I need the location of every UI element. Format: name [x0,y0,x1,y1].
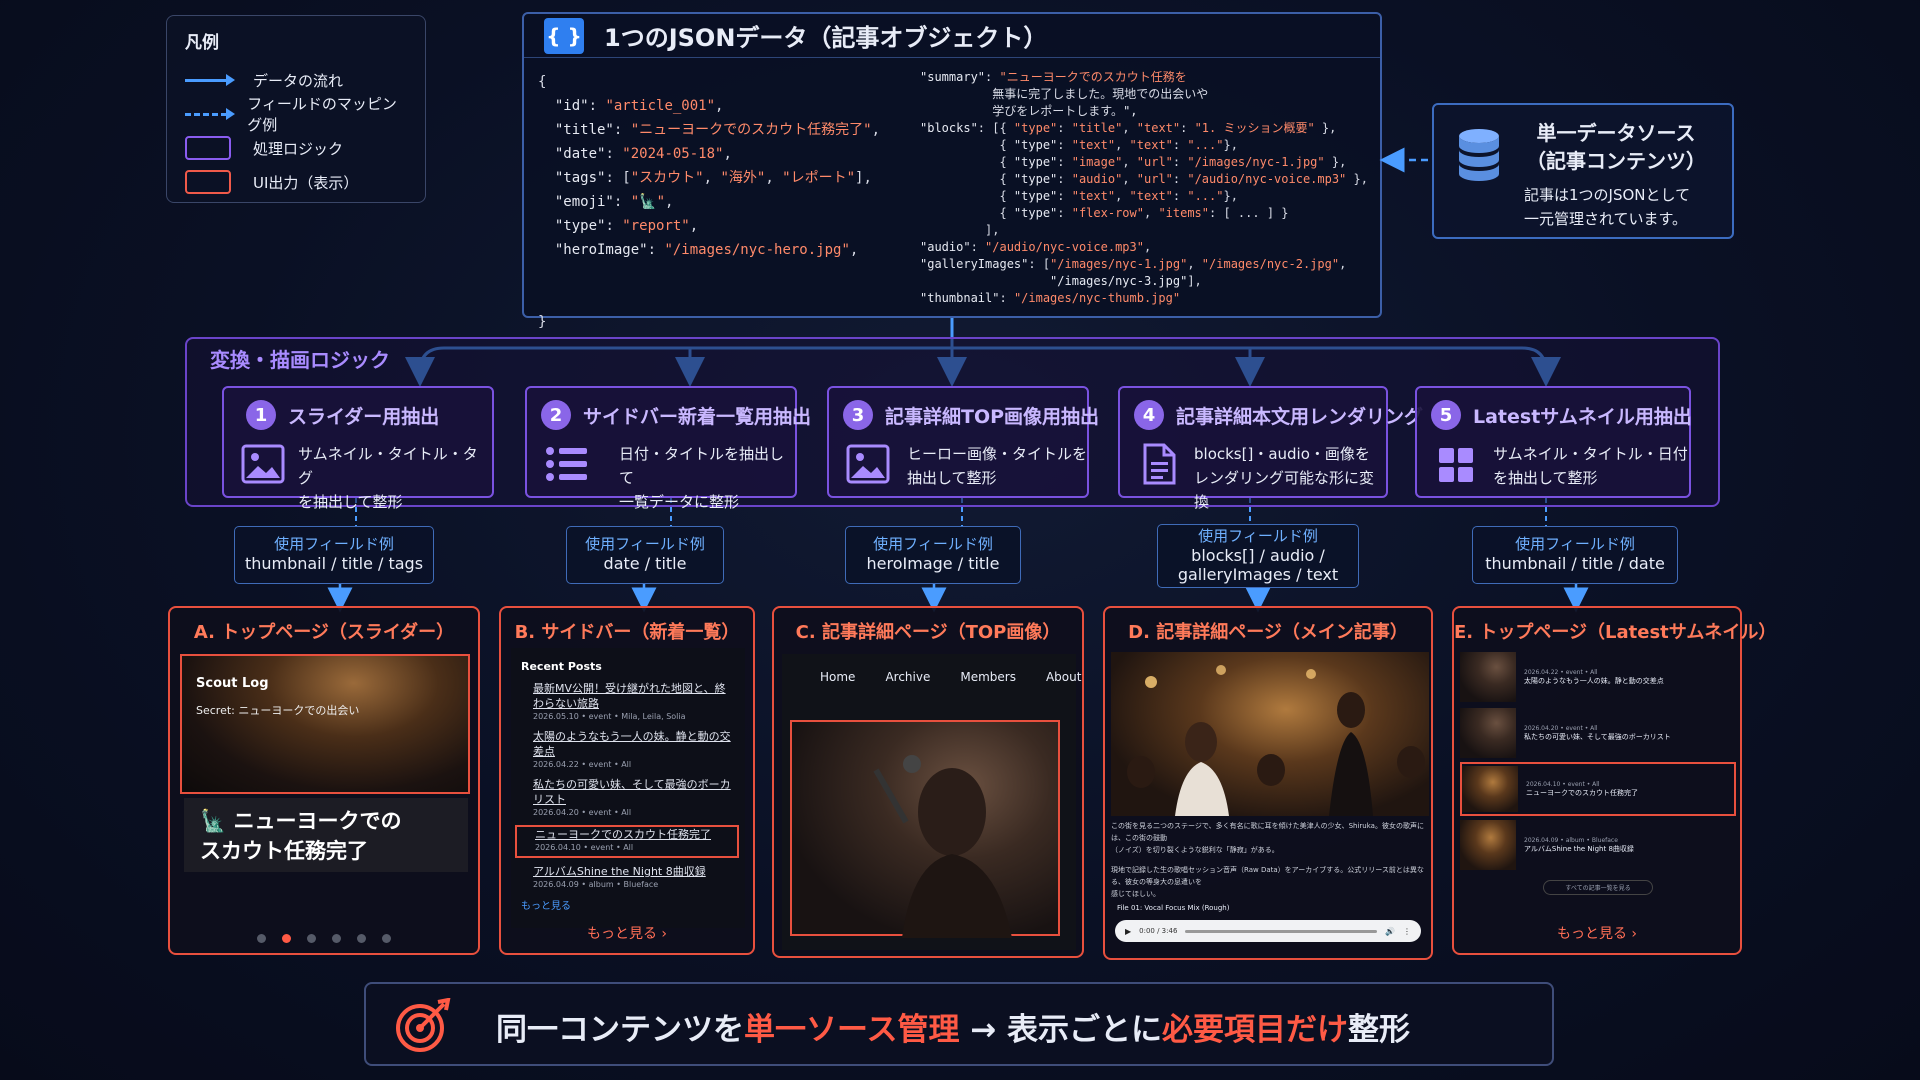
step-title: サイドバー新着一覧用抽出 [583,405,812,428]
grid-icon [1439,448,1473,482]
latest-thumbnail [1460,820,1516,870]
image-icon [846,444,890,484]
inner-more-link[interactable]: もっと見る [521,897,735,912]
slider-dots[interactable] [170,928,478,947]
more-link[interactable]: もっと見る › [1454,923,1740,943]
card-a-slider: A. トップページ（スライダー） Scout Log Secret: ニューヨー… [168,606,480,955]
list-icon [546,447,587,481]
recent-post-link[interactable]: アルバムShine the Night 8曲収録 [533,864,735,879]
slider-dot[interactable] [357,934,366,943]
recent-posts-panel: Recent Posts 最新MV公開！受け継がれた地図と、終わらない旅路 20… [511,648,745,928]
document-icon [1143,443,1176,485]
recent-post-link[interactable]: 太陽のようなもう一人の妹。静と動の交差点 [533,729,735,759]
slider-image[interactable]: Scout Log Secret: ニューヨークでの出会い [180,654,470,794]
more-link[interactable]: もっと見る › [501,923,753,943]
slider-dot[interactable] [332,934,341,943]
nav-members[interactable]: Members [960,670,1016,684]
brand-logo-text: Scout Log [196,676,269,691]
audio-player[interactable]: ▶ 0:00 / 3:46 🔊 ⋮ [1115,920,1421,942]
latest-item[interactable]: 2026.04.20 • event • All 私たちの可愛い妹、そして最強のボ… [1460,706,1736,760]
volume-icon[interactable]: 🔊 [1385,927,1395,936]
step-number: 5 [1431,400,1461,430]
card-title: B. サイドバー（新着一覧） [514,622,740,643]
card-e-latest: E. トップページ（Latestサムネイル） 2026.04.22 • even… [1452,606,1777,955]
recent-post-link[interactable]: ニューヨークでのスカウト任務完了 [535,827,737,842]
article-body: この街を見る二つのステージで、多く有名に歌に耳を傾けた美津人の少女、Shiruk… [1111,822,1424,898]
latest-item[interactable]: 2026.04.09 • album • Blueface アルバムShine t… [1460,818,1736,872]
latest-thumbnail [1460,652,1516,702]
latest-item[interactable]: 2026.04.22 • event • All 太陽のようなもう一人の妹。静と動… [1460,650,1736,704]
field-box-d: 使用フィールド例 blocks[] / audio / galleryImages … [1157,524,1359,588]
latest-thumbnail [1462,766,1518,812]
slider-dot[interactable] [257,934,266,943]
banner-text: 同一コンテンツを単一ソース管理 → 表示ごとに必要項目だけ整形 [496,1012,1411,1048]
audio-time: 0:00 / 3:46 [1139,927,1178,935]
slider-subtitle: Secret: ニューヨークでの出会い [196,704,360,717]
target-icon [396,998,451,1052]
recent-post-meta: 2026.04.22 • event • All [533,760,632,769]
slider-caption[interactable]: 🗽 ニューヨークでの スカウト任務完了 [184,798,468,872]
step-5-latest: 5 Latestサムネイル用抽出 サムネイル・タイトル・日付 を抽出して整形 [1415,386,1692,498]
step-3-hero: 3 記事詳細TOP画像用抽出 ヒーロー画像・タイトルを 抽出して整形 [827,386,1099,498]
hero-image [790,720,1060,938]
recent-post-link[interactable]: 私たちの可愛い妹、そして最強のボーカリスト [533,777,735,807]
card-title: C. 記事詳細ページ（TOP画像） [795,622,1061,643]
step-4-render: 4 記事詳細本文用レンダリング blocks[]・audio・画像を レンダリング可… [1118,386,1423,511]
latest-thumbnail [1460,708,1516,758]
step-2-sidebar: 2 サイドバー新着一覧用抽出 日付・タイトルを抽出して 一覧データに整形 [525,386,811,511]
field-box-e: 使用フィールド例 thumbnail / title / date [1472,526,1678,584]
step-description: blocks[]・audio・画像を レンダリング可能な形に変換 [1194,445,1375,511]
card-b-sidebar: B. サイドバー（新着一覧） Recent Posts 最新MV公開！受け継がれ… [499,606,755,955]
detail-page-preview: Home Archive Members About [782,654,1081,950]
nav-home[interactable]: Home [820,670,855,684]
slider-dot[interactable] [382,934,391,943]
card-title: D. 記事詳細ページ（メイン記事） [1128,622,1408,643]
step-description: サムネイル・タイトル・日付 を抽出して整形 [1493,445,1688,487]
recent-post-meta: 2026.04.09 • album • Blueface [533,880,659,889]
recent-post-meta: 2026.04.20 • event • All [533,808,632,817]
play-icon[interactable]: ▶ [1125,927,1131,936]
step-title: スライダー用抽出 [288,405,440,428]
step-title: 記事詳細TOP画像用抽出 [885,405,1100,428]
summary-banner: 同一コンテンツを単一ソース管理 → 表示ごとに必要項目だけ整形 [364,982,1554,1066]
step-description: サムネイル・タイトル・タグ を抽出して整形 [298,445,478,511]
card-title: A. トップページ（スライダー） [193,622,455,643]
step-description: 日付・タイトルを抽出して 一覧データに整形 [619,445,785,511]
top-nav: Home Archive Members About [820,670,1081,684]
view-all-button[interactable]: すべての記事一覧を見る [1543,880,1653,895]
image-icon [241,444,285,484]
step-number: 1 [246,400,276,430]
highlighted-post: ニューヨークでのスカウト任務完了 2026.04.10 • event • Al… [515,825,739,858]
recent-post-meta: 2026.04.10 • event • All [535,843,634,852]
recent-post-meta: 2026.05.10 • event • Mila, Leila, Solia [533,712,686,721]
step-description: ヒーロー画像・タイトルを 抽出して整形 [907,445,1088,487]
latest-list: 2026.04.22 • event • All 太陽のようなもう一人の妹。静と動… [1460,650,1736,895]
recent-post-link[interactable]: 最新MV公開！受け継がれた地図と、終わらない旅路 [533,681,735,711]
nav-archive[interactable]: Archive [885,670,930,684]
card-c-hero: C. 記事詳細ページ（TOP画像） Home Archive Members A… [772,606,1084,958]
card-d-main: D. 記事詳細ページ（メイン記事） この街を見る二つのステージで、多く有名に歌に… [1103,606,1433,960]
step-title: 記事詳細本文用レンダリング [1176,405,1424,428]
logic-title: 変換・描画ロジック [210,348,390,372]
audio-progress-bar[interactable] [1185,929,1378,933]
slider-dot-active[interactable] [282,934,291,943]
more-options-icon[interactable]: ⋮ [1403,927,1411,936]
step-number: 4 [1134,400,1164,430]
step-number: 2 [541,400,571,430]
audio-label: File 01: Vocal Focus Mix (Rough) [1117,904,1230,912]
step-1-slider: 1 スライダー用抽出 サムネイル・タイトル・タグ を抽出して整形 [222,386,494,511]
step-title: Latestサムネイル用抽出 [1473,405,1692,428]
article-image [1111,652,1429,816]
step-number: 3 [843,400,873,430]
card-title: E. トップページ（Latestサムネイル） [1454,622,1777,643]
recent-posts-heading: Recent Posts [521,660,602,673]
slider-dot[interactable] [307,934,316,943]
field-box-c: 使用フィールド例 heroImage / title [845,526,1021,584]
field-box-a: 使用フィールド例 thumbnail / title / tags [234,526,434,584]
field-box-b: 使用フィールド例 date / title [566,526,724,584]
singer-silhouette-icon [873,755,1012,938]
concert-scene-icon [1127,665,1425,816]
latest-item-highlighted[interactable]: 2026.04.10 • event • All ニューヨークでのスカウト任務完了 [1460,762,1736,816]
nav-about[interactable]: About [1046,670,1081,684]
